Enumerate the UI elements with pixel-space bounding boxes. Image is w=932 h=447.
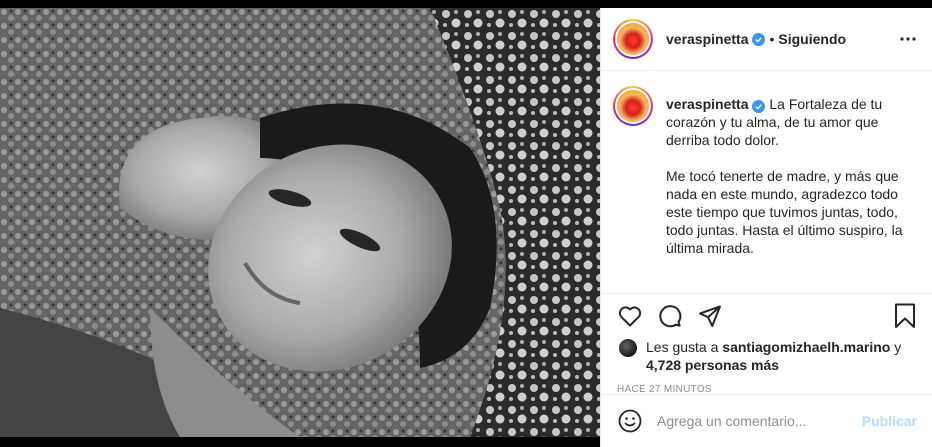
paper-plane-icon[interactable] <box>695 301 725 331</box>
more-options-icon[interactable] <box>896 27 920 51</box>
caption-paragraph-2: Me tocó tenerte de madre, y más que nada… <box>666 168 903 256</box>
follow-status-button[interactable]: Siguiendo <box>778 31 846 47</box>
verified-badge-icon <box>752 100 766 113</box>
author-avatar[interactable] <box>613 19 653 59</box>
bottom-black-bar <box>0 437 600 447</box>
caption-text: veraspinetta La Fortaleza de tu corazón … <box>666 95 916 293</box>
likes-summary: Les gusta a santiagomizhaelh.marino y 4,… <box>601 338 932 374</box>
top-black-bar <box>0 0 932 8</box>
post-photo[interactable] <box>0 8 600 437</box>
caption-avatar[interactable] <box>613 86 653 126</box>
comment-bar: Publicar <box>601 394 932 447</box>
comment-input[interactable] <box>657 413 857 429</box>
post-photo-illustration <box>0 8 600 437</box>
emoji-smiley-icon[interactable] <box>617 408 643 434</box>
post-timestamp[interactable]: Hace 27 minutos <box>601 374 932 395</box>
post-header: veraspinetta • Siguiendo <box>601 8 932 71</box>
likes-text: Les gusta a santiagomizhaelh.marino y 4,… <box>646 338 901 374</box>
action-bar <box>601 294 932 338</box>
likes-prefix: Les gusta a <box>646 339 719 355</box>
post-side-panel: veraspinetta • Siguiendo veraspinetta La… <box>600 8 932 447</box>
bookmark-icon[interactable] <box>890 301 920 331</box>
liker-username[interactable]: santiagomizhaelh.marino <box>722 339 890 355</box>
caption-username[interactable]: veraspinetta <box>666 96 748 112</box>
comment-bubble-icon[interactable] <box>655 301 685 331</box>
caption-section: veraspinetta La Fortaleza de tu corazón … <box>601 71 932 293</box>
likes-count[interactable]: 4,728 personas más <box>646 357 779 373</box>
heart-icon[interactable] <box>615 301 645 331</box>
separator-dot: • <box>769 31 775 47</box>
likes-conjunction: y <box>894 339 902 355</box>
author-username[interactable]: veraspinetta <box>666 31 748 47</box>
engagement-section: Les gusta a santiagomizhaelh.marino y 4,… <box>601 293 932 395</box>
publish-button[interactable]: Publicar <box>862 413 917 429</box>
caption-paragraph: veraspinetta La Fortaleza de tu corazón … <box>666 95 916 149</box>
liker-avatar[interactable] <box>619 339 637 357</box>
verified-badge-icon <box>752 32 766 46</box>
